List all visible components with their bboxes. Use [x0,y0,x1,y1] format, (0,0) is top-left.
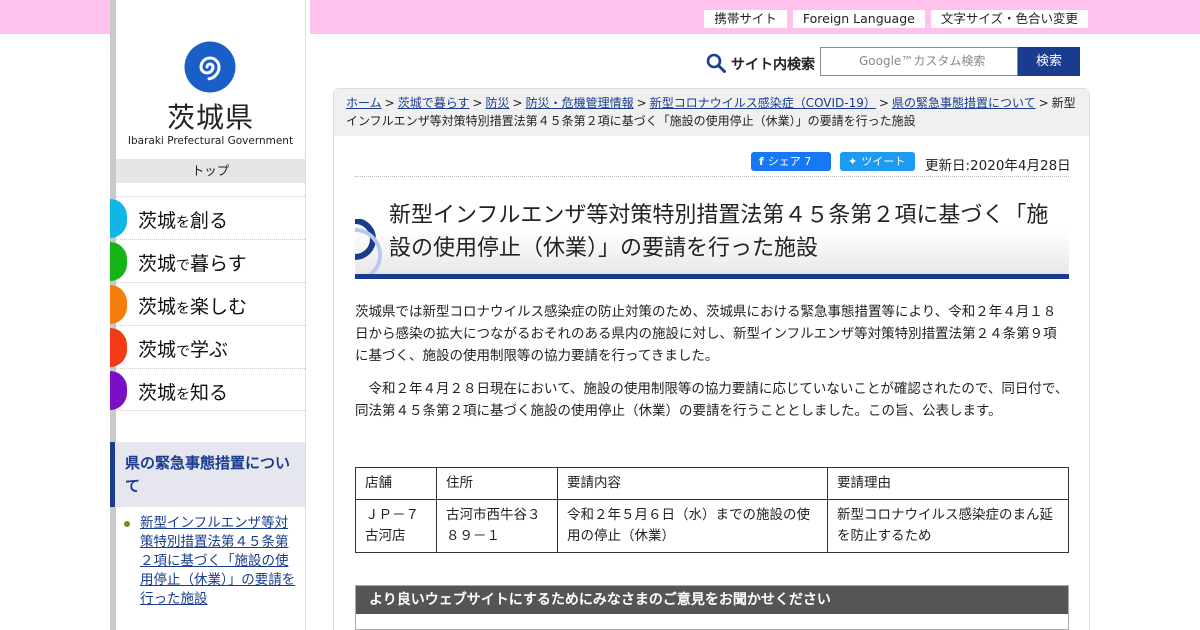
nav-item-create[interactable]: 茨城を創る [110,196,305,239]
nav-color-tab [110,285,127,324]
breadcrumb-home[interactable]: ホーム [346,96,382,110]
page-title-box: 新型インフルエンザ等対策特別措置法第４５条第２項に基づく「施設の使用停止（休業）… [355,193,1069,279]
side-link-current[interactable]: 新型インフルエンザ等対策特別措置法第４５条第２項に基づく「施設の使用停止（休業）… [122,514,300,609]
breadcrumb-living[interactable]: 茨城で暮らす [398,96,470,110]
body-paragraph-1: 茨城県では新型コロナウイルス感染症の防止対策のため、茨城県における緊急事態措置等… [355,304,1057,364]
table-cell: ＪＰ－７古河店 [355,499,437,553]
font-size-color-link[interactable]: 文字サイズ・色合い変更 [930,10,1088,28]
side-link-text: 新型インフルエンザ等対策特別措置法第４５条第２項に基づく「施設の使用停止（休業）… [140,515,296,607]
table-header: 要請内容 [557,467,828,500]
feedback-title: より良いウェブサイトにするためにみなさまのご意見をお聞かせください [356,586,1068,614]
table-header: 住所 [436,467,558,500]
nav-item-learn[interactable]: 茨城で学ぶ [110,325,305,368]
table-header: 要請理由 [827,467,1069,500]
nav-label: 茨城を創る [138,210,229,232]
nav-label: 茨城を知る [138,382,229,404]
foreign-language-link[interactable]: Foreign Language [792,10,925,28]
breadcrumb: ホーム > 茨城で暮らす > 防災 > 防災・危機管理情報 > 新型コロナウイルス感染症（COV… [334,89,1089,136]
ibaraki-spiral-logo-icon [184,41,236,93]
table-cell: 令和２年５月６日（水）までの施設の使用の停止（休業） [557,499,828,553]
site-logo[interactable]: 茨城県 Ibaraki Prefectural Government [116,34,305,159]
breadcrumb-emergency[interactable]: 県の緊急事態措置について [892,96,1036,110]
bullet-icon [124,521,130,527]
breadcrumb-covid[interactable]: 新型コロナウイルス感染症（COVID-19） [650,96,876,110]
search-label: サイト内検索 [731,57,815,73]
divider [355,176,1069,177]
logo-title: 茨城県 [166,101,254,134]
side-link-list: 新型インフルエンザ等対策特別措置法第４５条第２項に基づく「施設の使用停止（休業）… [122,514,300,609]
facilities-table: 店舗 住所 要請内容 要請理由 ＪＰ－７古河店 古河市西牛谷３８９－１ 令和２年… [355,467,1069,553]
nav-item-know[interactable]: 茨城を知る [110,368,305,411]
table-cell: 古河市西牛谷３８９－１ [436,499,558,553]
breadcrumb-disaster[interactable]: 防災 [486,96,510,110]
table-header-row: 店舗 住所 要請内容 要請理由 [355,467,1069,500]
nav-color-tab [110,371,127,410]
nav-label: 茨城で暮らす [138,253,247,275]
facebook-icon: f [759,155,764,168]
header-links: 携帯サイト Foreign Language 文字サイズ・色合い変更 [704,10,1088,28]
top-page-button[interactable]: トップ [116,159,305,183]
nav-color-tab [110,242,127,281]
twitter-bird-icon: ✦ [848,155,858,168]
feedback-box: より良いウェブサイトにするためにみなさまのご意見をお聞かせください [355,585,1069,630]
mobile-site-link[interactable]: 携帯サイト [704,10,787,28]
nav-label: 茨城で学ぶ [138,339,229,361]
main-nav: 茨城を創る 茨城で暮らす 茨城を楽しむ 茨城で学ぶ 茨城を知る [110,196,305,411]
table-row: ＪＰ－７古河店 古河市西牛谷３８９－１ 令和２年５月６日（水）までの施設の使用の… [355,499,1069,553]
search-button[interactable]: 検索 [1018,47,1080,76]
nav-color-tab [110,328,127,367]
nav-label: 茨城を楽しむ [138,296,248,318]
nav-color-tab [110,199,127,238]
search-icon [706,53,726,73]
updated-date: 更新日:2020年4月28日 [925,158,1071,174]
search-input[interactable]: Google™カスタム検索 [820,47,1018,76]
logo-band-gap [110,0,310,34]
body-paragraph-2: 令和２年４月２８日現在において、施設の使用制限等の協力要請に応じていないことが確… [355,381,1069,419]
side-section-heading[interactable]: 県の緊急事態措置について [110,442,305,507]
page-title: 新型インフルエンザ等対策特別措置法第４５条第２項に基づく「施設の使用停止（休業）… [389,203,1049,261]
nav-item-live[interactable]: 茨城で暮らす [110,239,305,282]
breadcrumb-crisis[interactable]: 防災・危機管理情報 [526,96,634,110]
sidebar-divider [305,0,306,630]
table-header: 店舗 [355,467,437,500]
facebook-share-button[interactable]: f シェア 7 [751,152,831,171]
logo-subtitle: Ibaraki Prefectural Government [127,135,294,147]
twitter-tweet-button[interactable]: ✦ ツイート [840,152,915,171]
nav-item-enjoy[interactable]: 茨城を楽しむ [110,282,305,325]
side-section-title: 県の緊急事態措置について [125,454,291,495]
table-cell: 新型コロナウイルス感染症のまん延を防止するため [827,499,1069,553]
